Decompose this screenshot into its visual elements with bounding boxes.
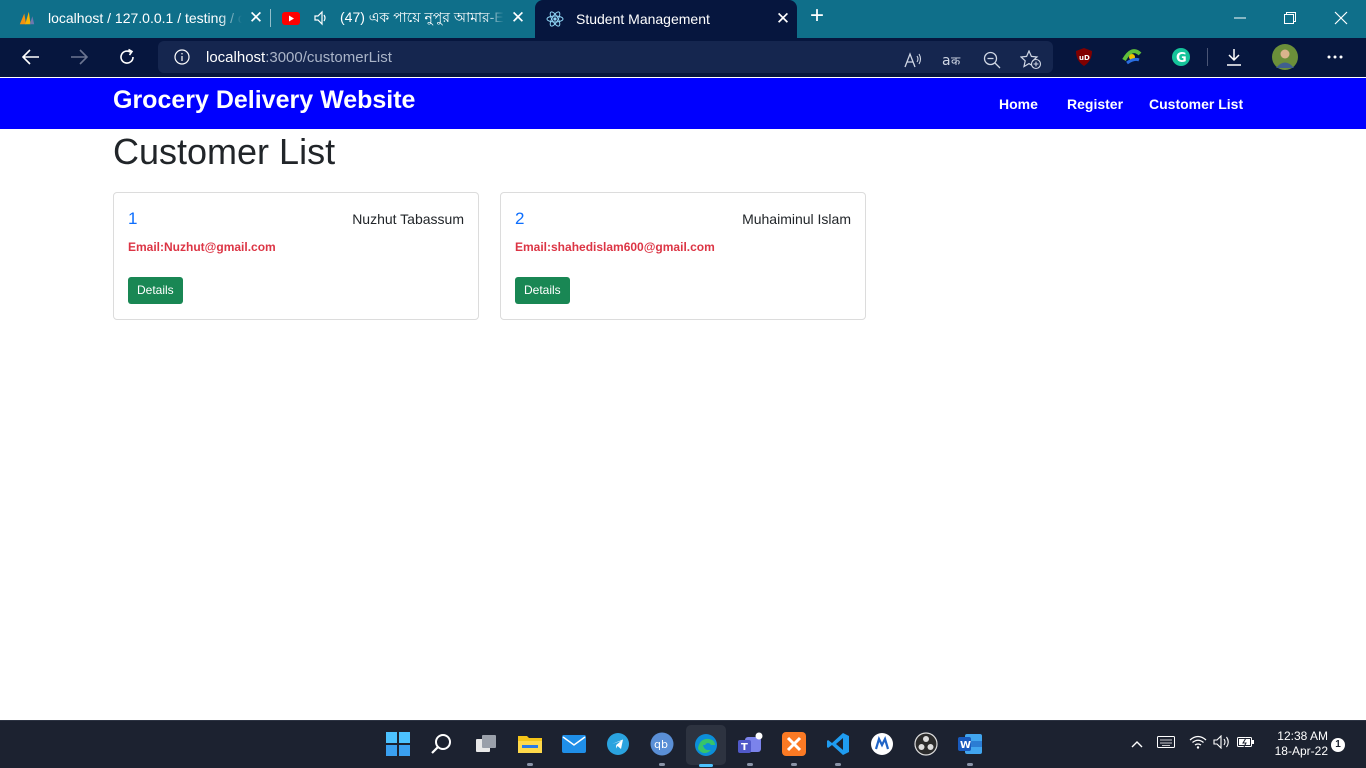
- customer-id: 1: [128, 209, 138, 228]
- telegram-icon[interactable]: [605, 731, 631, 757]
- svg-text:uD: uD: [1079, 54, 1090, 62]
- restore-icon[interactable]: [1265, 0, 1315, 36]
- profile-avatar[interactable]: [1269, 42, 1301, 72]
- search-icon[interactable]: [429, 731, 455, 757]
- qbittorrent-icon[interactable]: qb: [649, 731, 675, 766]
- show-hidden-icons-icon[interactable]: [1131, 735, 1143, 751]
- customer-name: Nuzhut Tabassum: [352, 211, 464, 227]
- volume-icon[interactable]: [1213, 734, 1231, 752]
- back-icon[interactable]: [15, 42, 47, 72]
- add-favorite-icon[interactable]: [1019, 48, 1043, 72]
- tab-student-management[interactable]: Student Management ✕: [535, 0, 797, 38]
- site-info-icon[interactable]: [174, 49, 190, 65]
- clock-time: 12:38 AM: [1277, 729, 1328, 743]
- start-icon[interactable]: [385, 731, 411, 757]
- close-tab-icon[interactable]: ✕: [242, 8, 270, 28]
- extension-icon[interactable]: [1116, 42, 1148, 72]
- svg-text:W: W: [960, 740, 971, 751]
- wifi-icon[interactable]: [1189, 735, 1207, 752]
- close-tab-icon[interactable]: ✕: [504, 8, 532, 28]
- downloads-icon[interactable]: [1218, 42, 1250, 72]
- grammarly-icon[interactable]: G: [1165, 42, 1197, 72]
- nav-customer-list[interactable]: Customer List: [1149, 96, 1243, 112]
- clock[interactable]: 12:38 AM 18-Apr-22: [1262, 729, 1328, 759]
- svg-text:T: T: [741, 742, 748, 753]
- address-bar[interactable]: localhost:3000/customerList aक: [158, 41, 1053, 73]
- close-window-icon[interactable]: [1316, 0, 1366, 36]
- url-host: localhost: [206, 49, 266, 66]
- tab-phpmyadmin[interactable]: localhost / 127.0.0.1 / testing / custom…: [18, 0, 270, 36]
- tab-title: localhost / 127.0.0.1 / testing / custom…: [48, 10, 242, 26]
- refresh-icon[interactable]: [111, 42, 143, 72]
- youtube-icon: [282, 9, 300, 27]
- tab-title: Student Management: [576, 11, 710, 27]
- vscode-icon[interactable]: [825, 731, 851, 766]
- minimize-icon[interactable]: [1215, 0, 1265, 36]
- customer-name: Muhaiminul Islam: [742, 211, 851, 227]
- close-tab-icon[interactable]: ✕: [769, 9, 797, 29]
- toolbar-separator: [1207, 48, 1208, 66]
- nav-register[interactable]: Register: [1067, 96, 1123, 112]
- app-icon[interactable]: [869, 731, 895, 757]
- nav-home[interactable]: Home: [999, 96, 1038, 112]
- customer-card: 2 Muhaiminul Islam Email:shahedislam600@…: [500, 192, 866, 320]
- customer-card: 1 Nuzhut Tabassum Email:Nuzhut@gmail.com…: [113, 192, 479, 320]
- keyboard-icon[interactable]: [1157, 735, 1175, 751]
- site-navbar: Grocery Delivery Website Home Register C…: [0, 78, 1366, 129]
- xampp-icon[interactable]: [781, 731, 807, 766]
- zoom-out-icon[interactable]: [980, 48, 1004, 72]
- svg-text:क: क: [951, 54, 961, 68]
- task-view-icon[interactable]: [473, 731, 499, 757]
- site-brand[interactable]: Grocery Delivery Website: [113, 86, 415, 115]
- tab-separator: [270, 9, 271, 27]
- details-button[interactable]: Details: [128, 277, 183, 304]
- browser-tab-strip: localhost / 127.0.0.1 / testing / custom…: [0, 0, 1366, 38]
- customer-email: Email:shahedislam600@gmail.com: [515, 240, 715, 254]
- more-menu-icon[interactable]: [1319, 42, 1351, 72]
- clock-date: 18-Apr-22: [1274, 744, 1328, 758]
- edge-icon[interactable]: [686, 725, 726, 767]
- notification-badge[interactable]: 1: [1331, 738, 1345, 752]
- react-icon: [546, 10, 564, 28]
- browser-toolbar: localhost:3000/customerList aक uD G: [0, 38, 1366, 77]
- teams-icon[interactable]: T: [737, 731, 763, 766]
- read-aloud-icon[interactable]: [901, 48, 925, 72]
- tab-title: (47) এক পায়ে নুপুর আমার-E: [340, 9, 504, 25]
- customer-id: 2: [515, 209, 525, 228]
- page-title: Customer List: [113, 131, 336, 172]
- obs-icon[interactable]: [913, 731, 939, 757]
- speaker-icon[interactable]: [312, 9, 330, 27]
- ublock-icon[interactable]: uD: [1068, 42, 1100, 72]
- forward-icon[interactable]: [63, 42, 95, 72]
- tab-youtube[interactable]: (47) এক পায়ে নুপুর আমার-E ✕: [282, 0, 532, 36]
- phpmyadmin-icon: [18, 9, 36, 27]
- new-tab-icon[interactable]: +: [806, 4, 828, 29]
- details-button[interactable]: Details: [515, 277, 570, 304]
- file-explorer-icon[interactable]: [517, 731, 543, 766]
- url-text: localhost:3000/customerList: [206, 49, 392, 66]
- svg-text:G: G: [1176, 51, 1187, 66]
- translate-icon[interactable]: aक: [940, 48, 964, 72]
- svg-text:a: a: [942, 53, 951, 69]
- customer-email: Email:Nuzhut@gmail.com: [128, 240, 276, 254]
- mail-icon[interactable]: [561, 731, 587, 757]
- taskbar: qb T W 12:38 AM 18-Apr-22 1: [0, 720, 1366, 768]
- word-icon[interactable]: W: [957, 731, 983, 766]
- svg-text:qb: qb: [654, 738, 668, 751]
- battery-icon[interactable]: [1237, 735, 1255, 751]
- url-path: :3000/customerList: [265, 49, 392, 66]
